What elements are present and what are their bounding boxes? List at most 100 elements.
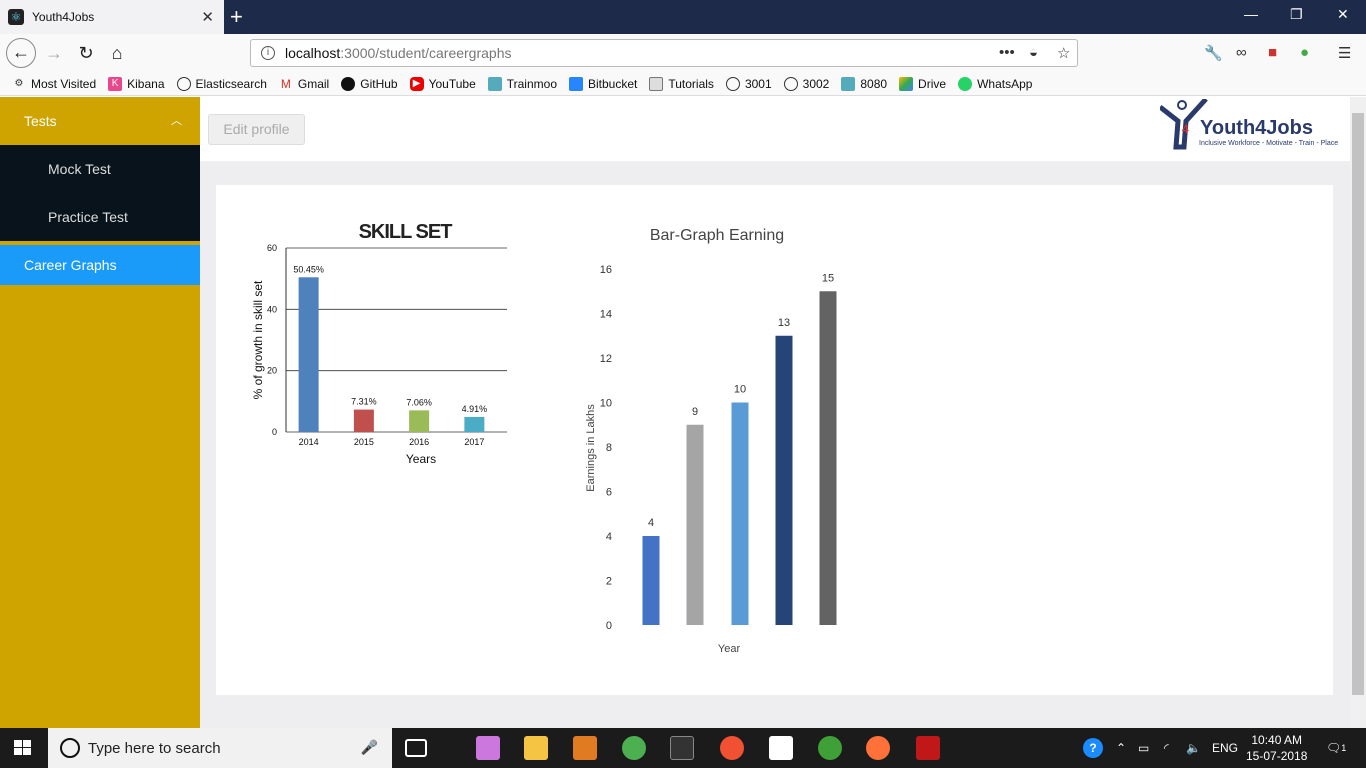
notifications-icon[interactable]: 🗨 1	[1326, 728, 1346, 768]
language-indicator[interactable]: ENG	[1212, 728, 1238, 768]
page-actions-icon[interactable]: •••	[999, 44, 1015, 61]
chevron-up-icon: ︿	[171, 115, 182, 127]
bookmark-8080[interactable]: 8080	[841, 76, 887, 91]
window-close-icon[interactable]: ✕	[1337, 6, 1349, 23]
folder-icon	[649, 76, 664, 91]
mcafee-icon[interactable]	[916, 736, 940, 760]
scrollbar-thumb[interactable]	[1352, 113, 1364, 695]
x-tick-label: 2015	[354, 437, 374, 447]
y-tick-label: 0	[272, 427, 277, 437]
clock-time: 10:40 AM	[1251, 733, 1303, 747]
clock-date: 15-07-2018	[1246, 749, 1308, 763]
reload-icon[interactable]: ↻	[72, 40, 100, 68]
windows-taskbar: Type here to search 🎤 ? ⌃ ▭ ◜ 🔈 ENG 10:4…	[0, 728, 1366, 768]
forward-arrow-icon[interactable]: →	[40, 40, 68, 68]
bookmark-kibana[interactable]: K Kibana	[108, 76, 165, 91]
git-icon[interactable]	[720, 736, 744, 760]
kibana-icon: K	[108, 76, 123, 91]
home-icon[interactable]: ⌂	[103, 40, 131, 68]
bookmark-github[interactable]: GitHub	[341, 76, 398, 91]
terminal-icon[interactable]	[670, 736, 694, 760]
bookmark-star-icon[interactable]: ☆	[1057, 44, 1070, 62]
bar	[409, 410, 430, 432]
back-arrow-icon[interactable]: ←	[6, 38, 36, 68]
file-explorer-icon[interactable]	[524, 736, 548, 760]
data-label: 13	[778, 317, 790, 329]
notification-count: 1	[1341, 743, 1347, 753]
new-tab-icon[interactable]: +	[230, 4, 243, 30]
bitbucket-icon	[569, 76, 583, 91]
tab-close-icon[interactable]: ✕	[201, 8, 214, 26]
minimize-icon[interactable]: —	[1244, 6, 1258, 22]
sidebar-item-career-graphs[interactable]: Career Graphs	[0, 245, 200, 285]
browser-navbar: ← → ↻ ⌂ i localhost:3000/student/careerg…	[0, 34, 1366, 72]
bookmark-trainmoo[interactable]: Trainmoo	[487, 76, 557, 91]
y-tick-label: 14	[600, 309, 612, 321]
sidebar-item-practice-test[interactable]: Practice Test	[0, 193, 200, 241]
y-tick-label: 2	[606, 576, 612, 588]
taskbar-search-input[interactable]: Type here to search 🎤	[48, 728, 392, 768]
extension-green-icon[interactable]: ●	[1300, 44, 1309, 61]
bookmark-elasticsearch[interactable]: Elasticsearch	[176, 76, 267, 91]
chrome-icon[interactable]	[622, 736, 646, 760]
globe-icon	[176, 76, 191, 91]
y-tick-label: 40	[267, 304, 277, 314]
y-tick-label: 12	[600, 353, 612, 365]
main-content: Edit profile 4 Youth4Jobs Inclusive Work…	[200, 97, 1350, 728]
react-favicon-icon: ⚛	[8, 9, 24, 25]
tray-chevron-up-icon[interactable]: ⌃	[1116, 728, 1126, 768]
sidebar-section-tests[interactable]: Tests ︿	[0, 97, 200, 145]
data-label: 10	[734, 384, 746, 396]
microphone-icon[interactable]: 🎤	[361, 739, 378, 756]
task-view-icon[interactable]	[405, 739, 427, 757]
chart-title: Bar-Graph Earning	[650, 227, 784, 244]
data-label: 7.06%	[406, 397, 432, 407]
sidebar-item-mock-test[interactable]: Mock Test	[0, 145, 200, 193]
trainmoo-icon	[841, 76, 856, 91]
volume-icon[interactable]: 🔈	[1186, 728, 1201, 768]
bookmark-most-visited[interactable]: ⚙ Most Visited	[12, 77, 97, 91]
address-bar[interactable]: i localhost:3000/student/careergraphs ••…	[250, 39, 1078, 67]
firefox-icon[interactable]	[866, 736, 890, 760]
tab-title: Youth4Jobs	[32, 10, 95, 24]
bookmark-drive[interactable]: Drive	[899, 76, 946, 91]
extension-red-icon[interactable]: ■	[1268, 44, 1277, 61]
menu-hamburger-icon[interactable]: ☰	[1338, 44, 1351, 62]
wrench-icon[interactable]: 🔧	[1204, 44, 1223, 62]
y-tick-label: 20	[267, 366, 277, 376]
paint-icon[interactable]	[476, 736, 500, 760]
y-axis-label: Earnings in Lakhs	[585, 404, 597, 492]
bookmark-whatsapp[interactable]: WhatsApp	[958, 76, 1032, 91]
restore-icon[interactable]: ❐	[1290, 6, 1303, 23]
bookmark-bitbucket[interactable]: Bitbucket	[569, 76, 637, 91]
pocket-icon[interactable]: ◒	[1029, 44, 1038, 61]
bookmarks-bar: ⚙ Most Visited K Kibana Elasticsearch M Gma…	[0, 72, 1366, 96]
windows-start-icon[interactable]	[14, 740, 32, 756]
sticky-notes-icon[interactable]	[769, 736, 793, 760]
wifi-icon[interactable]: ◜	[1164, 728, 1169, 768]
battery-icon[interactable]: ▭	[1138, 728, 1149, 768]
bookmark-3001[interactable]: 3001	[725, 76, 772, 91]
bar	[298, 277, 319, 432]
y-tick-label: 4	[606, 531, 612, 543]
x-axis-label: Years	[406, 452, 436, 466]
cortana-icon	[60, 738, 80, 758]
graphs-card: SKILL SET Years % of growth in skill set…	[216, 185, 1333, 695]
bookmark-gmail[interactable]: M Gmail	[279, 77, 329, 91]
taskbar-clock[interactable]: 10:40 AM 15-07-2018	[1246, 732, 1307, 764]
top-header: Edit profile 4 Youth4Jobs Inclusive Work…	[200, 97, 1350, 161]
y-tick-label: 6	[606, 487, 612, 499]
browser-tab[interactable]: ⚛ Youth4Jobs ✕	[0, 0, 224, 34]
site-info-icon[interactable]: i	[261, 46, 275, 60]
mongodb-icon[interactable]	[818, 736, 842, 760]
x-tick-label: 2017	[464, 437, 484, 447]
bookmark-youtube[interactable]: ▶ YouTube	[409, 76, 476, 91]
page-scrollbar[interactable]	[1350, 97, 1366, 728]
help-icon[interactable]: ?	[1083, 728, 1103, 768]
sublime-text-icon[interactable]	[573, 736, 597, 760]
edit-profile-button[interactable]: Edit profile	[208, 114, 305, 145]
mask-icon[interactable]: ∞	[1236, 44, 1247, 61]
bookmark-3002[interactable]: 3002	[783, 76, 829, 91]
url-path: :3000/student/careergraphs	[340, 45, 512, 61]
bookmark-tutorials[interactable]: Tutorials	[649, 76, 714, 91]
